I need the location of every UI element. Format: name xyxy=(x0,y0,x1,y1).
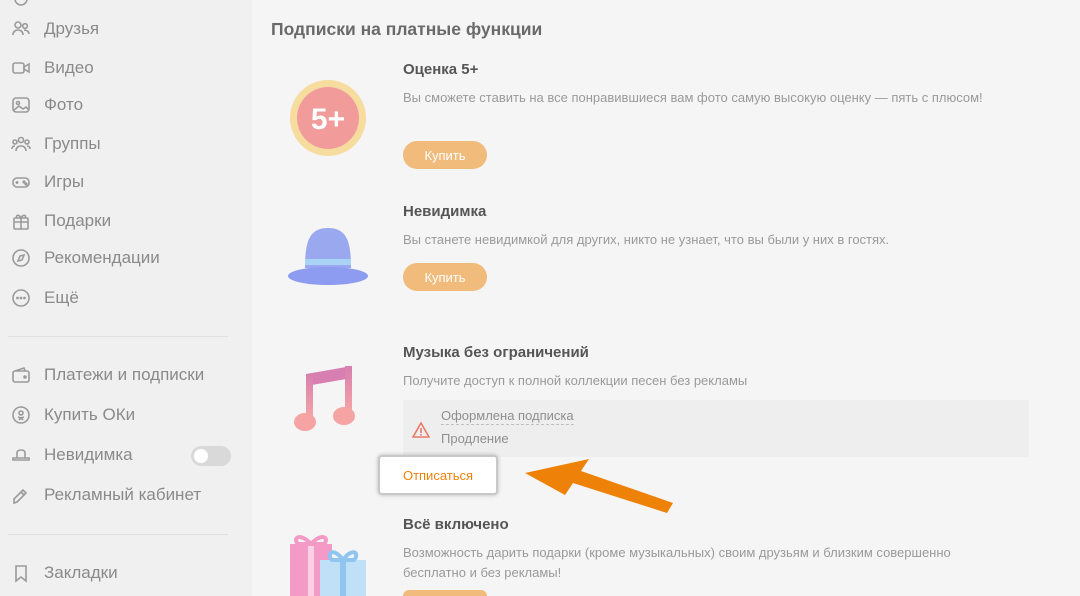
wallet-icon xyxy=(10,364,32,386)
feature-description: Вы станете невидимкой для других, никто … xyxy=(403,232,890,247)
sidebar-divider xyxy=(8,534,228,535)
video-icon xyxy=(10,57,32,79)
buy-button-invisible[interactable]: Купить xyxy=(403,263,487,291)
gift-icon xyxy=(10,210,32,232)
subscription-renewal: Продление xyxy=(441,431,509,446)
music-note-icon xyxy=(294,366,355,431)
compass-icon xyxy=(10,247,32,269)
partial-icon xyxy=(10,0,32,10)
sidebar-item-payments[interactable]: Платежи и подписки xyxy=(10,362,204,388)
section-title: Подписки на платные функции xyxy=(271,19,543,39)
sidebar-item-label: Видео xyxy=(44,58,94,77)
ok-coin-icon xyxy=(10,404,32,426)
sidebar-item-label: Невидимка xyxy=(44,445,133,464)
sidebar-item-video[interactable]: Видео xyxy=(10,55,94,81)
more-icon xyxy=(10,287,32,309)
feature-description: Возможность дарить подарки (кроме музыка… xyxy=(403,545,951,580)
rating-five-plus-badge: 5+ xyxy=(290,80,366,156)
sidebar-item-friends[interactable]: Друзья xyxy=(10,16,99,42)
sidebar-item-label: Ещё xyxy=(44,288,79,307)
sidebar-item-label: Фото xyxy=(44,95,84,114)
sidebar-item-bookmarks[interactable]: Закладки xyxy=(10,560,118,586)
invisible-toggle[interactable] xyxy=(191,446,231,466)
bookmark-icon xyxy=(10,562,32,584)
sidebar-item-buy-oki[interactable]: Купить ОКи xyxy=(10,402,135,428)
warning-icon xyxy=(412,421,430,438)
gifts-image xyxy=(290,535,366,596)
sidebar-divider xyxy=(8,336,228,337)
sidebar-item-label: Рекламный кабинет xyxy=(44,485,202,504)
sidebar-item-groups[interactable]: Группы xyxy=(10,131,101,157)
badge-label: 5+ xyxy=(311,103,345,136)
feature-description: Получите доступ к полной коллекции песен… xyxy=(403,373,748,388)
sidebar-item-label: Группы xyxy=(44,134,101,153)
feature-title: Оценка 5+ xyxy=(403,61,479,78)
megaphone-icon xyxy=(10,484,32,506)
sidebar-item-more[interactable]: Ещё xyxy=(10,285,79,311)
invisible-hat-image xyxy=(288,228,368,285)
sidebar-item-games[interactable]: Игры xyxy=(10,169,84,195)
subscription-status[interactable]: Оформлена подписка xyxy=(441,407,574,425)
buy-button-all-inclusive-partial[interactable] xyxy=(403,590,487,596)
games-icon xyxy=(10,171,32,193)
feature-title: Музыка без ограничений xyxy=(403,344,589,361)
feature-description: Вы сможете ставить на все понравившиеся … xyxy=(403,90,983,105)
hat-icon xyxy=(10,444,32,466)
sidebar-item-partial[interactable] xyxy=(10,0,44,12)
sidebar-item-recommendations[interactable]: Рекомендации xyxy=(10,245,160,271)
sidebar-item-label: Игры xyxy=(44,172,85,191)
sidebar-item-label: Платежи и подписки xyxy=(44,365,205,384)
sidebar-item-label: Подарки xyxy=(44,211,112,230)
sidebar: Друзья Видео Фото Группы Игры Подарки Ре… xyxy=(0,0,252,596)
friends-icon xyxy=(10,18,32,40)
feature-title: Невидимка xyxy=(403,203,487,220)
photo-icon xyxy=(10,94,32,116)
toggle-knob xyxy=(194,449,208,463)
sidebar-item-label: Закладки xyxy=(44,563,118,582)
pointer-arrow-annotation xyxy=(525,459,673,513)
sidebar-item-invisible[interactable]: Невидимка xyxy=(10,442,133,468)
groups-icon xyxy=(10,133,32,155)
sidebar-item-label: Рекомендации xyxy=(44,248,160,267)
sidebar-item-photo[interactable]: Фото xyxy=(10,92,83,118)
sidebar-item-gifts[interactable]: Подарки xyxy=(10,208,111,234)
sidebar-item-label: Купить ОКи xyxy=(44,405,136,424)
sidebar-item-ad-cabinet[interactable]: Рекламный кабинет xyxy=(10,482,201,508)
sidebar-item-label: Друзья xyxy=(44,19,100,38)
buy-button-rating[interactable]: Купить xyxy=(403,141,487,169)
feature-title: Всё включено xyxy=(403,516,509,533)
unsubscribe-button[interactable]: Отписаться xyxy=(378,455,498,495)
